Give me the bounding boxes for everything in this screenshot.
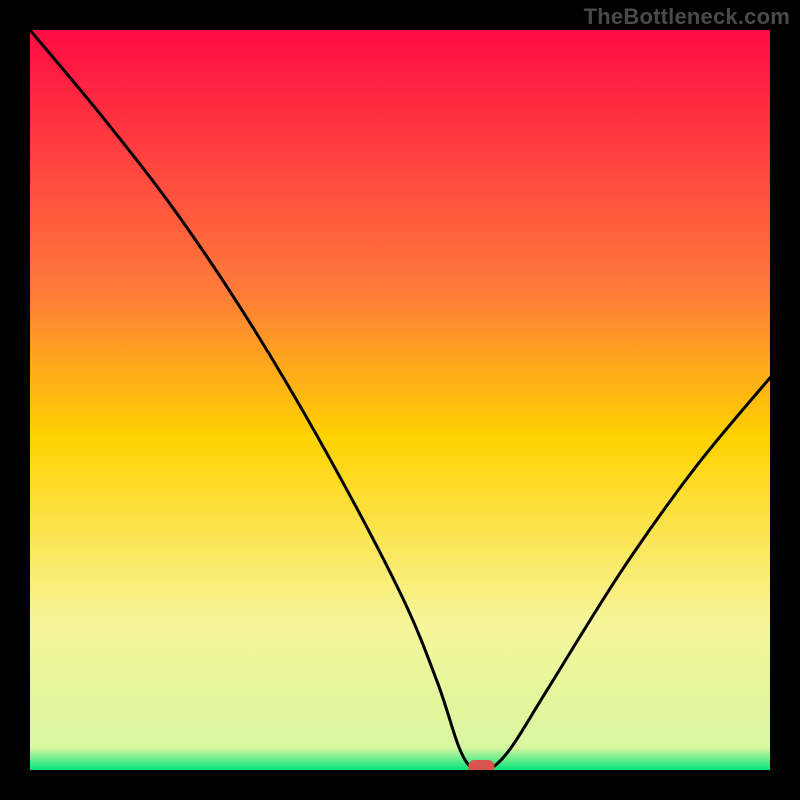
bottleneck-chart <box>30 30 770 770</box>
gradient-background <box>30 30 770 770</box>
chart-frame: TheBottleneck.com <box>0 0 800 800</box>
attribution-text: TheBottleneck.com <box>584 4 790 30</box>
optimal-marker <box>468 760 494 770</box>
plot-area <box>30 30 770 770</box>
